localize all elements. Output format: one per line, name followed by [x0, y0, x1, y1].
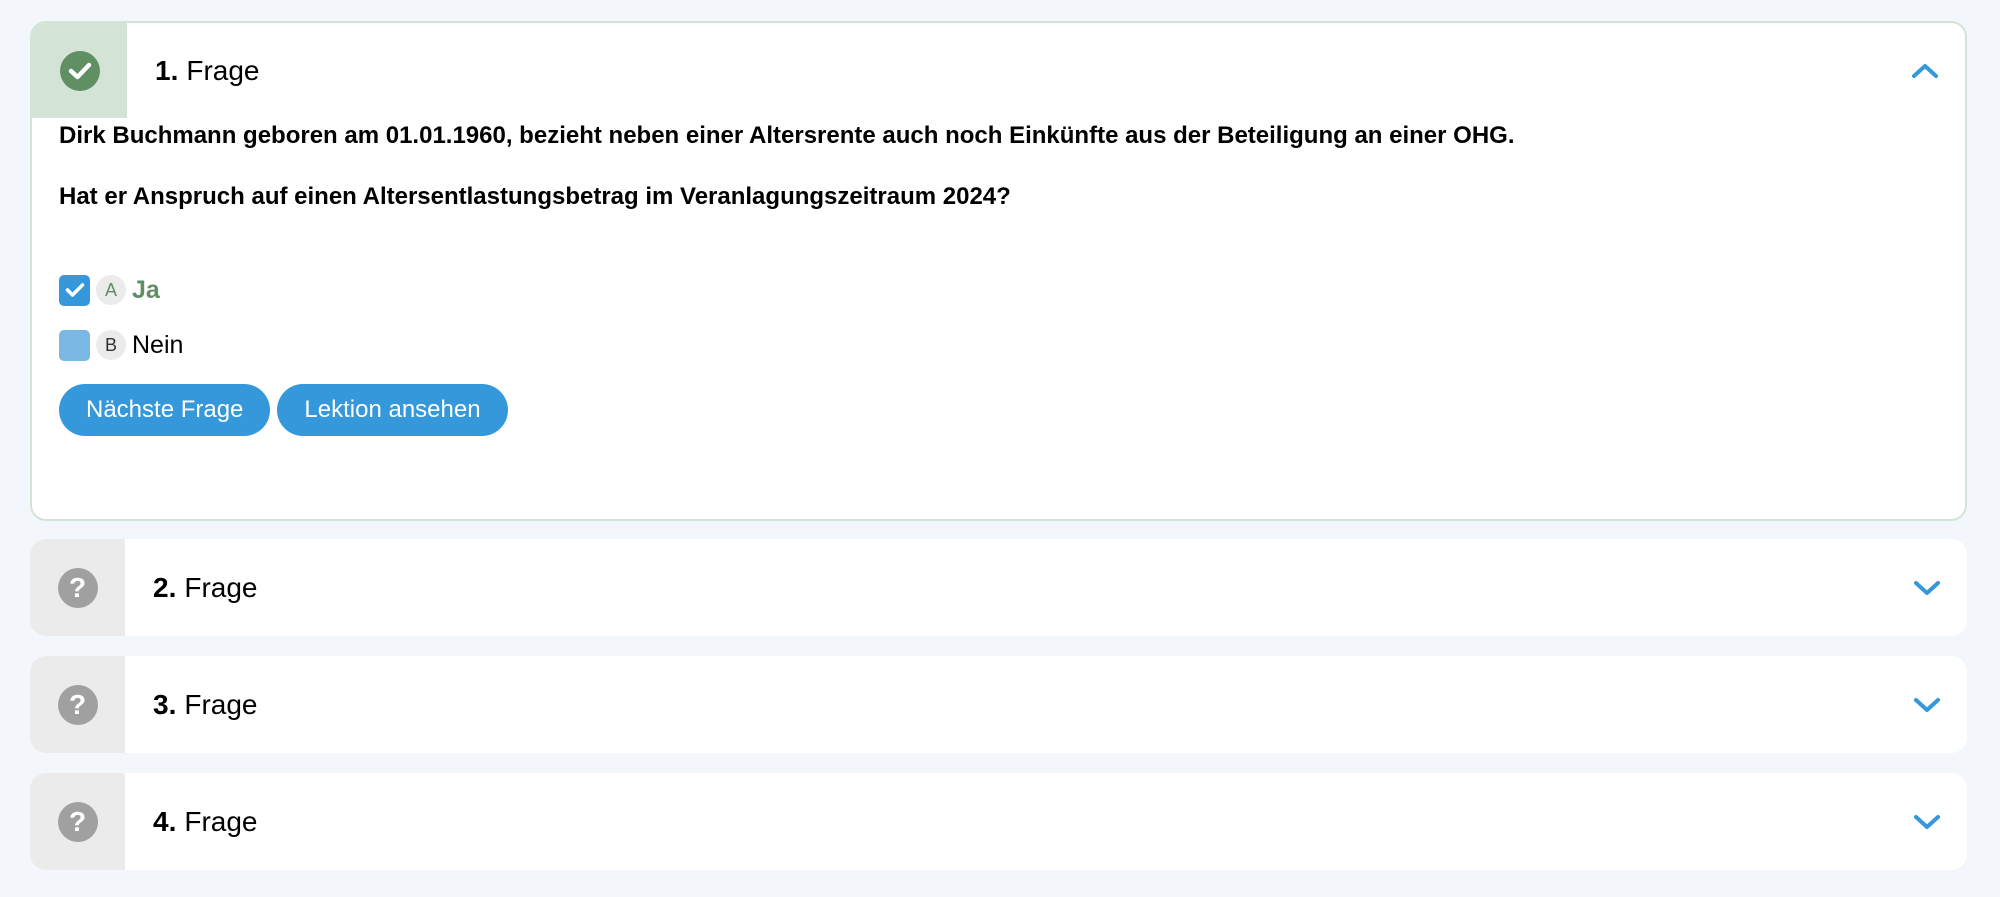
question-title: 4. Frage	[125, 773, 1887, 870]
answer-checkbox-a[interactable]	[59, 274, 90, 306]
answer-option-b[interactable]: B Nein	[59, 329, 1938, 361]
question-prompt: Hat er Anspruch auf einen Altersentlastu…	[59, 183, 1011, 210]
answer-option-a[interactable]: A Ja	[59, 274, 1938, 306]
question-label: Frage	[184, 688, 258, 720]
status-cell: ?	[30, 539, 125, 636]
question-circle-icon: ?	[57, 567, 98, 608]
question-actions: Nächste Frage Lektion ansehen	[59, 384, 1938, 436]
status-cell: ?	[30, 656, 125, 753]
chevron-down-icon[interactable]	[1887, 656, 1967, 753]
question-header-1[interactable]: 1. Frage	[32, 23, 1965, 118]
view-lesson-button[interactable]: Lektion ansehen	[277, 384, 508, 436]
answer-checkbox-b[interactable]	[59, 329, 90, 361]
check-circle-icon	[59, 50, 100, 91]
question-card-1: 1. Frage Dirk Buchmann geboren am 01.01.…	[30, 21, 1967, 521]
question-header-2[interactable]: ? 2. Frage	[30, 539, 1967, 636]
question-card-4: ? 4. Frage	[30, 773, 1967, 870]
checkmark-icon	[65, 283, 84, 297]
question-number: 1.	[155, 54, 179, 86]
question-title: 2. Frage	[125, 539, 1887, 636]
question-text: Dirk Buchmann geboren am 01.01.1960, bez…	[59, 122, 1515, 149]
question-title: 3. Frage	[125, 656, 1887, 753]
answer-list: A Ja B Nein	[59, 274, 1938, 361]
chevron-down-icon[interactable]	[1887, 773, 1967, 870]
answer-text-b: Nein	[132, 330, 184, 359]
quiz-accordion: 1. Frage Dirk Buchmann geboren am 01.01.…	[30, 21, 1967, 870]
chevron-down-icon[interactable]	[1887, 539, 1967, 636]
question-circle-icon: ?	[57, 684, 98, 725]
status-cell: ?	[30, 773, 125, 870]
question-label: Frage	[184, 571, 258, 603]
answer-letter-a: A	[96, 275, 126, 305]
question-number: 3.	[153, 688, 177, 720]
answer-text-a: Ja	[132, 275, 160, 304]
question-label: Frage	[184, 805, 258, 837]
question-title: 1. Frage	[127, 23, 1885, 118]
question-card-2: ? 2. Frage	[30, 539, 1967, 636]
answer-letter-b: B	[96, 330, 126, 360]
question-number: 4.	[153, 805, 177, 837]
question-header-3[interactable]: ? 3. Frage	[30, 656, 1967, 753]
next-question-button[interactable]: Nächste Frage	[59, 384, 271, 436]
question-label: Frage	[186, 54, 260, 86]
chevron-up-icon[interactable]	[1885, 23, 1965, 118]
question-body: Dirk Buchmann geboren am 01.01.1960, bez…	[32, 118, 1965, 436]
question-circle-icon: ?	[57, 801, 98, 842]
question-card-3: ? 3. Frage	[30, 656, 1967, 753]
question-number: 2.	[153, 571, 177, 603]
question-header-4[interactable]: ? 4. Frage	[30, 773, 1967, 870]
status-cell	[32, 23, 127, 118]
